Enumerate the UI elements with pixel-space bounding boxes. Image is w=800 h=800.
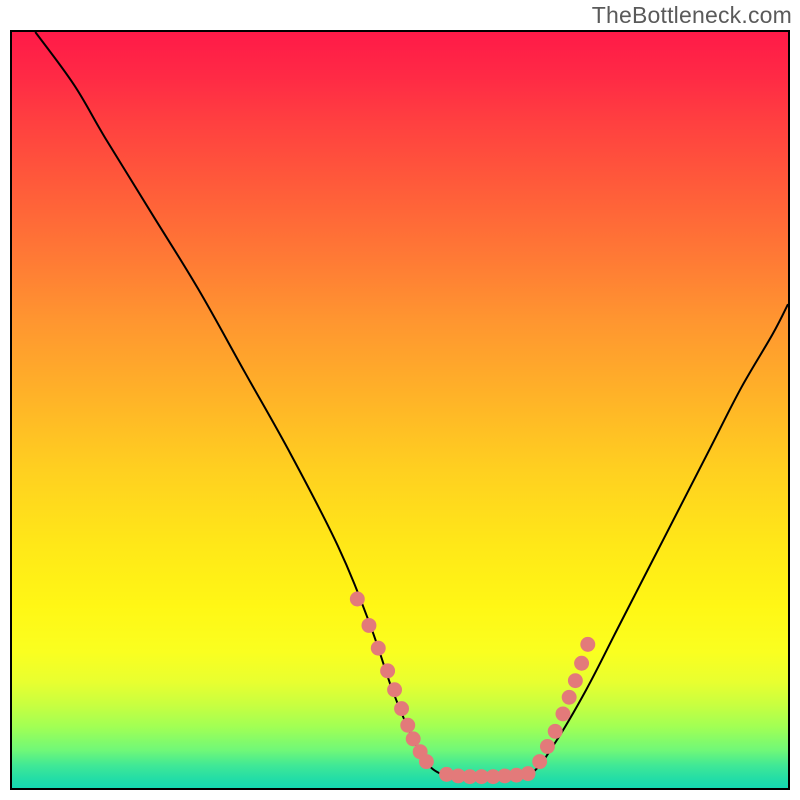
data-point (574, 656, 589, 671)
watermark-text: TheBottleneck.com (592, 2, 792, 29)
plot-area (10, 30, 790, 790)
bottleneck-curve (35, 32, 788, 777)
data-point (361, 618, 376, 633)
chart-container: TheBottleneck.com (0, 0, 800, 800)
data-point (562, 690, 577, 705)
data-point (419, 754, 434, 769)
data-point (521, 766, 536, 781)
data-point (548, 724, 563, 739)
data-point (380, 663, 395, 678)
data-point (532, 754, 547, 769)
chart-svg (12, 32, 788, 788)
data-point (580, 637, 595, 652)
data-point (406, 731, 421, 746)
data-point (568, 673, 583, 688)
data-point (371, 641, 386, 656)
data-point (540, 739, 555, 754)
data-point (555, 706, 570, 721)
data-point (387, 682, 402, 697)
data-point (350, 592, 365, 607)
data-point (400, 718, 415, 733)
marker-layer (350, 592, 595, 785)
data-point (394, 701, 409, 716)
line-layer (35, 32, 788, 777)
